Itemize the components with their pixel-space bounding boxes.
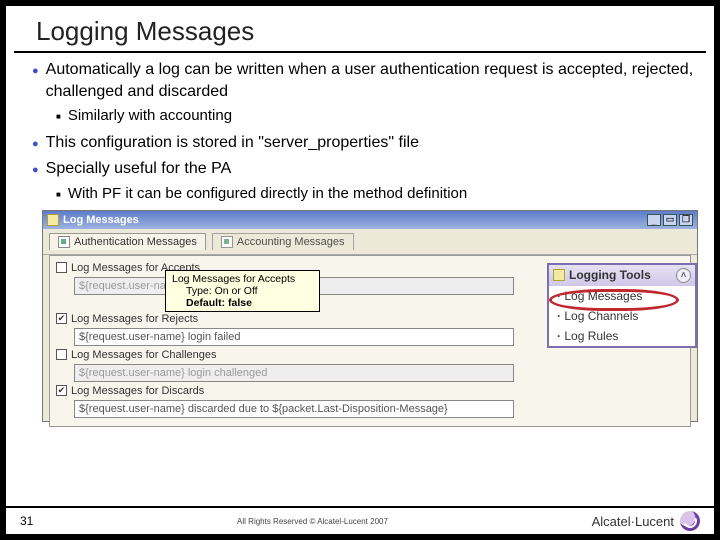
- copyright-text: All Rights Reserved © Alcatel-Lucent 200…: [33, 517, 591, 526]
- panel-header[interactable]: Logging Tools ˄: [549, 265, 695, 286]
- bullet-level1: This configuration is stored in "server_…: [32, 132, 694, 154]
- tooltip-default: Default: false: [186, 297, 252, 309]
- tooltip-type: Type: On or Off: [186, 285, 313, 297]
- panel-item-log-channels[interactable]: Log Channels: [549, 306, 695, 326]
- checkbox-label: Log Messages for Rejects: [71, 313, 198, 325]
- logo-ring-icon: [680, 511, 700, 531]
- slide-footer: 31 All Rights Reserved © Alcatel-Lucent …: [6, 506, 714, 534]
- window-title-text: Log Messages: [63, 214, 139, 226]
- tab-authentication-messages[interactable]: Authentication Messages: [49, 233, 206, 250]
- checkbox-discards[interactable]: ✔: [56, 385, 67, 396]
- input-discards-template[interactable]: ${request.user-name} discarded due to ${…: [74, 400, 514, 418]
- checkbox-rejects[interactable]: ✔: [56, 313, 67, 324]
- tab-accounting-messages[interactable]: Accounting Messages: [212, 233, 354, 250]
- window-titlebar: Log Messages ‗ ▭ ❐: [43, 211, 697, 229]
- tab-icon: [221, 236, 233, 248]
- panel-item-log-messages[interactable]: Log Messages: [549, 286, 695, 306]
- window-min-icon[interactable]: ‗: [647, 214, 661, 226]
- logging-tools-panel: Logging Tools ˄ Log Messages Log Channel…: [547, 263, 697, 348]
- log-messages-window: Log Messages ‗ ▭ ❐ Authentication Messag…: [42, 210, 698, 422]
- checkbox-accepts[interactable]: [56, 262, 67, 273]
- bullet-level2: With PF it can be configured directly in…: [56, 184, 694, 204]
- panel-item-log-rules[interactable]: Log Rules: [549, 326, 695, 346]
- tooltip: Log Messages for Accepts Type: On or Off…: [165, 270, 320, 312]
- slide-body: Automatically a log can be written when …: [6, 59, 714, 204]
- tab-label: Authentication Messages: [74, 236, 197, 248]
- checkbox-challenges[interactable]: [56, 349, 67, 360]
- page-number: 31: [20, 514, 33, 528]
- tab-label: Accounting Messages: [237, 236, 345, 248]
- checkbox-label: Log Messages for Discards: [71, 385, 204, 397]
- tab-bar: Authentication Messages Accounting Messa…: [43, 229, 697, 255]
- alcatel-lucent-logo: Alcatel·Lucent: [592, 511, 700, 531]
- window-restore-icon[interactable]: ❐: [679, 214, 693, 226]
- collapse-icon[interactable]: ˄: [676, 268, 691, 283]
- bullet-level2: Similarly with accounting: [56, 106, 694, 126]
- window-max-icon[interactable]: ▭: [663, 214, 677, 226]
- tab-icon: [58, 236, 70, 248]
- window-icon: [47, 214, 59, 226]
- panel-title: Logging Tools: [569, 268, 651, 282]
- checkbox-label: Log Messages for Challenges: [71, 349, 217, 361]
- panel-icon: [553, 269, 565, 281]
- input-challenges-template[interactable]: ${request.user-name} login challenged: [74, 364, 514, 382]
- input-rejects-template[interactable]: ${request.user-name} login failed: [74, 328, 514, 346]
- bullet-level1: Specially useful for the PA: [32, 158, 694, 180]
- slide-title: Logging Messages: [14, 6, 706, 53]
- tooltip-title: Log Messages for Accepts: [172, 273, 313, 285]
- bullet-level1: Automatically a log can be written when …: [32, 59, 694, 102]
